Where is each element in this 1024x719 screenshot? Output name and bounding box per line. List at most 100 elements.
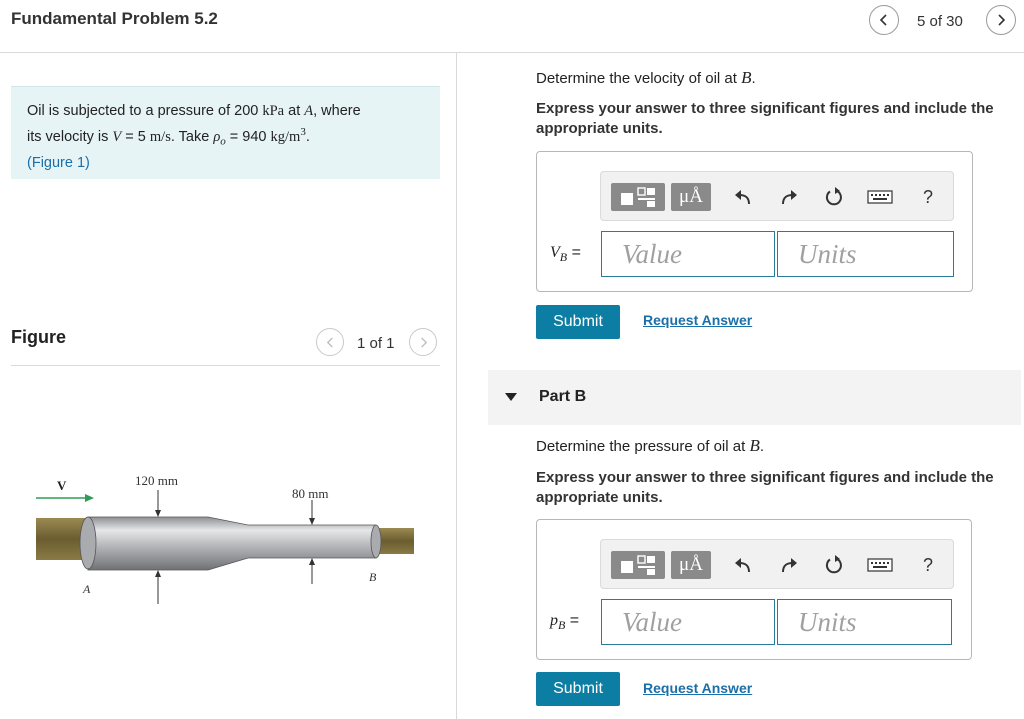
undo-button[interactable] (729, 183, 759, 211)
templates-icon (621, 555, 655, 575)
keyboard-icon (867, 190, 893, 204)
var-b: B (749, 436, 760, 455)
figure-next-button[interactable] (409, 328, 437, 356)
question-text: Determine the velocity of oil at (536, 70, 742, 87)
reset-button[interactable] (819, 551, 849, 579)
header-bar: Fundamental Problem 5.2 5 of 30 (0, 0, 1024, 53)
units-symbols-button[interactable]: μÅ (671, 551, 711, 579)
undo-button[interactable] (729, 551, 759, 579)
part-a-answer-box: μÅ ? VB = Value Units (536, 151, 973, 292)
next-problem-button[interactable] (986, 5, 1016, 35)
part-b-toolbar: μÅ ? (600, 539, 954, 589)
chevron-right-icon (998, 14, 1006, 26)
part-b-submit-button[interactable]: Submit (536, 672, 620, 706)
redo-icon (782, 558, 797, 573)
part-b-value-input[interactable]: Value (601, 599, 775, 645)
dim-arrow (309, 558, 315, 565)
point-a-label: A (82, 582, 91, 596)
pipe-left-end (79, 516, 97, 570)
prev-problem-button[interactable] (869, 5, 899, 35)
part-b-instruction: Express your answer to three significant… (536, 469, 994, 506)
part-a-submit-button[interactable]: Submit (536, 305, 620, 339)
part-a-toolbar: μÅ ? (600, 171, 954, 221)
undo-icon (735, 190, 750, 205)
part-b-request-answer-link[interactable]: Request Answer (643, 680, 752, 696)
reset-button[interactable] (819, 183, 849, 211)
chevron-right-icon (420, 336, 427, 348)
part-a-value-input[interactable]: Value (601, 231, 775, 277)
problem-text: its velocity is (27, 128, 113, 145)
var-main: p (550, 612, 558, 629)
var-v: V (112, 128, 122, 145)
redo-button[interactable] (773, 183, 803, 211)
part-a-request-answer-link[interactable]: Request Answer (643, 312, 752, 328)
figure-heading: Figure (11, 327, 67, 347)
problem-line-2: its velocity is V = 5 m/s. Take ρo = 940… (27, 122, 424, 153)
units-symbols-button[interactable]: μÅ (671, 183, 711, 211)
question-text: . (751, 70, 756, 87)
keyboard-icon (867, 558, 893, 572)
problem-text: Oil is subjected to a pressure of 200 (27, 103, 263, 119)
pipe-figure: V 120 mm 80 mm A B (36, 473, 414, 604)
chevron-left-icon (879, 14, 887, 26)
part-a-instruction: Express your answer to three significant… (536, 100, 994, 137)
figure-link[interactable]: Figure 1 (32, 155, 85, 171)
problem-text: at (284, 103, 305, 119)
part-b-units-input[interactable]: Units (777, 599, 952, 645)
help-button[interactable]: ? (913, 183, 943, 211)
problem-line-1: Oil is subjected to a pressure of 200 kP… (27, 101, 424, 122)
templates-button[interactable] (611, 551, 665, 579)
problem-text: = 940 (225, 128, 271, 145)
undo-icon (735, 558, 750, 573)
var-b: B (741, 68, 752, 87)
problem-line-3: (Figure 1) (27, 153, 424, 174)
figure-counter: 1 of 1 (357, 335, 395, 352)
part-a-variable-label: VB = (550, 244, 581, 265)
column-divider (456, 53, 457, 719)
templates-icon (621, 187, 655, 207)
part-b-variable-label: pB = (550, 612, 579, 633)
reset-icon (825, 555, 842, 574)
part-b-title: Part B (539, 388, 587, 405)
dimension-large-label: 120 mm (135, 473, 178, 488)
problem-statement: Oil is subjected to a pressure of 200 kP… (11, 86, 440, 179)
pipe-right-end (370, 524, 382, 559)
problem-counter: 5 of 30 (917, 13, 963, 30)
redo-icon (782, 190, 797, 205)
point-b-label: B (369, 570, 377, 584)
figure-divider (11, 365, 440, 366)
var-main: V (550, 244, 560, 261)
question-text: . (759, 438, 764, 455)
problem-text: , where (313, 103, 361, 119)
keyboard-button[interactable] (865, 183, 895, 211)
dim-arrow (155, 510, 161, 517)
caret-down-icon (505, 393, 517, 401)
velocity-label: V (57, 478, 67, 493)
part-a-question: Determine the velocity of oil at B. (536, 68, 756, 88)
unit-kpa: kPa (262, 103, 285, 119)
question-text: Determine the pressure of oil at (536, 438, 750, 455)
part-a-units-input[interactable]: Units (777, 231, 954, 277)
velocity-arrowhead (85, 494, 94, 502)
dim-arrow (155, 570, 161, 577)
reset-icon (825, 187, 842, 206)
unit-ms: m/s (149, 128, 171, 145)
dim-arrow (309, 518, 315, 525)
page-title: Fundamental Problem 5.2 (11, 9, 218, 28)
dimension-small-label: 80 mm (292, 486, 328, 501)
unit-density: kg/m (270, 128, 301, 145)
problem-text: . Take (170, 128, 214, 145)
help-button[interactable]: ? (913, 551, 943, 579)
pipe-body (87, 516, 377, 571)
equals-sign: = (567, 244, 581, 261)
chevron-left-icon (326, 336, 333, 348)
problem-text: . (305, 128, 310, 145)
figure-prev-button[interactable] (316, 328, 344, 356)
equals-sign: = (565, 612, 580, 629)
templates-button[interactable] (611, 183, 665, 211)
figure-link-paren: ) (85, 154, 90, 171)
keyboard-button[interactable] (865, 551, 895, 579)
var-a: A (304, 103, 314, 119)
redo-button[interactable] (773, 551, 803, 579)
part-b-header[interactable]: Part B (488, 370, 1021, 425)
